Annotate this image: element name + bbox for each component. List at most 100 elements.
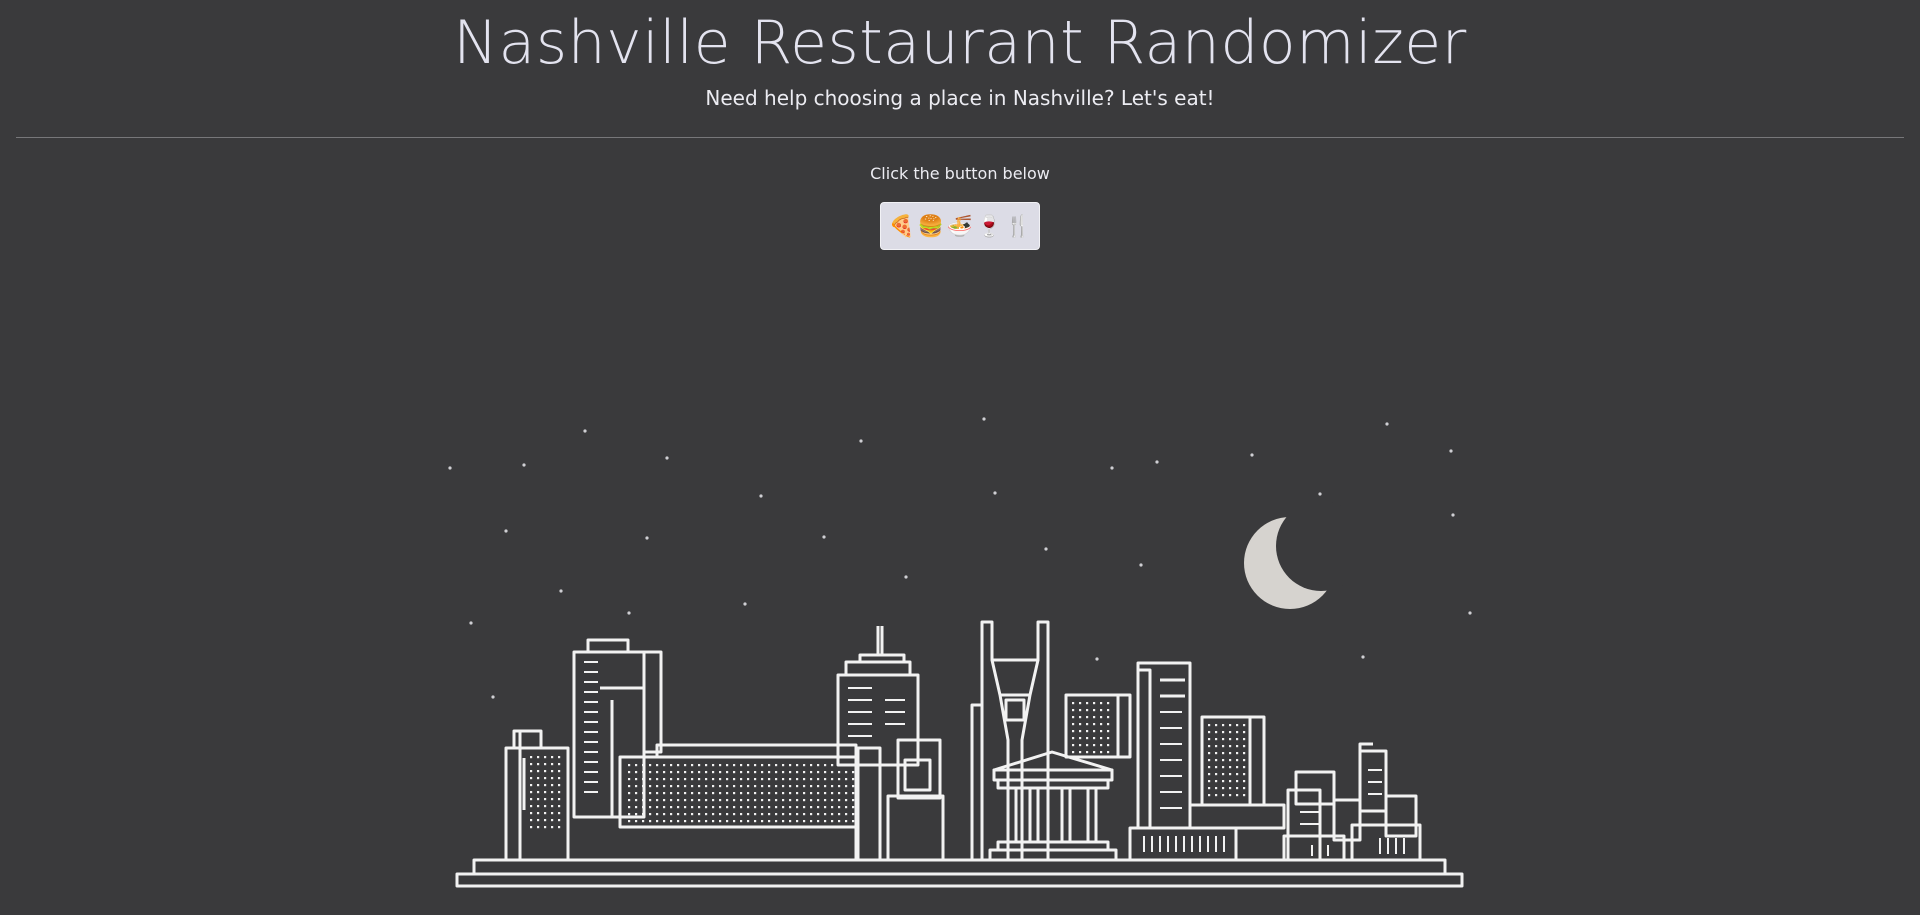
window-dot xyxy=(656,799,659,802)
window-dot xyxy=(831,785,834,788)
window-dot xyxy=(852,785,855,788)
star-icon xyxy=(645,536,649,540)
window-dot xyxy=(635,820,638,823)
burger-icon: 🍔 xyxy=(917,214,944,238)
window-dot xyxy=(817,813,820,816)
window-dot xyxy=(663,764,666,767)
window-dot xyxy=(1100,744,1103,747)
window-dot xyxy=(831,806,834,809)
window-dot xyxy=(677,785,680,788)
window-dot xyxy=(775,806,778,809)
window-dot xyxy=(1100,723,1103,726)
star-icon xyxy=(822,535,826,539)
window-dot xyxy=(705,792,708,795)
window-dot xyxy=(1086,709,1089,712)
window-dot xyxy=(782,799,785,802)
window-dot xyxy=(705,820,708,823)
window-dot xyxy=(740,820,743,823)
window-dot xyxy=(1243,738,1246,741)
window-dot xyxy=(726,820,729,823)
window-dot xyxy=(810,806,813,809)
window-dot xyxy=(530,784,533,787)
window-dot xyxy=(642,792,645,795)
window-dot xyxy=(628,771,631,774)
window-dot xyxy=(726,771,729,774)
window-dot xyxy=(1236,780,1239,783)
randomize-button[interactable]: 🍕 🍔 🍜 🍷 🍴 xyxy=(880,202,1040,250)
window-dot xyxy=(852,764,855,767)
window-dot xyxy=(768,771,771,774)
window-dot xyxy=(544,805,547,808)
window-dot xyxy=(803,785,806,788)
window-dot xyxy=(1107,737,1110,740)
window-dot xyxy=(768,806,771,809)
window-dot xyxy=(551,805,554,808)
window-dot xyxy=(852,792,855,795)
window-dot xyxy=(845,813,848,816)
fork-knife-icon: 🍴 xyxy=(1005,214,1032,238)
window-dot xyxy=(628,820,631,823)
window-dot xyxy=(1243,787,1246,790)
window-dot xyxy=(796,799,799,802)
window-dot xyxy=(782,792,785,795)
window-dot xyxy=(670,813,673,816)
window-dot xyxy=(733,792,736,795)
window-dot xyxy=(530,819,533,822)
window-dot xyxy=(537,784,540,787)
window-dot xyxy=(852,806,855,809)
window-dot xyxy=(712,771,715,774)
window-dot xyxy=(1086,716,1089,719)
window-dot xyxy=(726,799,729,802)
window-dot xyxy=(1086,723,1089,726)
window-dot xyxy=(775,771,778,774)
star-icon xyxy=(1361,655,1365,659)
window-dot xyxy=(1086,702,1089,705)
page-title: Nashville Restaurant Randomizer xyxy=(453,8,1467,78)
window-dot xyxy=(642,806,645,809)
window-dot xyxy=(838,785,841,788)
window-dot xyxy=(691,771,694,774)
window-dot xyxy=(1236,766,1239,769)
window-dot xyxy=(642,764,645,767)
star-icon xyxy=(1449,449,1453,453)
window-dot xyxy=(747,799,750,802)
star-icon xyxy=(448,466,452,470)
window-dot xyxy=(649,792,652,795)
window-dot xyxy=(712,778,715,781)
window-dot xyxy=(656,820,659,823)
window-dot xyxy=(1208,759,1211,762)
window-dot xyxy=(1208,738,1211,741)
window-dot xyxy=(649,785,652,788)
window-dot xyxy=(698,799,701,802)
window-dot xyxy=(1222,731,1225,734)
window-dot xyxy=(1215,794,1218,797)
window-dot xyxy=(817,778,820,781)
window-dot xyxy=(677,813,680,816)
window-dot xyxy=(1093,709,1096,712)
window-dot xyxy=(852,799,855,802)
window-dot xyxy=(1093,737,1096,740)
star-icon xyxy=(583,429,587,433)
window-dot xyxy=(1215,731,1218,734)
window-dot xyxy=(845,785,848,788)
window-dot xyxy=(670,764,673,767)
window-dot xyxy=(1243,780,1246,783)
window-dot xyxy=(1107,730,1110,733)
window-dot xyxy=(677,806,680,809)
window-dot xyxy=(691,778,694,781)
window-dot xyxy=(1086,737,1089,740)
window-dot xyxy=(719,764,722,767)
window-dot xyxy=(845,806,848,809)
window-dot xyxy=(775,799,778,802)
window-dot xyxy=(1215,780,1218,783)
window-dot xyxy=(628,778,631,781)
window-dot xyxy=(705,764,708,767)
window-dot xyxy=(761,820,764,823)
window-dot xyxy=(684,792,687,795)
star-icon xyxy=(859,439,863,443)
window-dot xyxy=(684,820,687,823)
window-dot xyxy=(558,777,561,780)
window-dot xyxy=(656,813,659,816)
window-dot xyxy=(656,806,659,809)
window-dot xyxy=(726,813,729,816)
